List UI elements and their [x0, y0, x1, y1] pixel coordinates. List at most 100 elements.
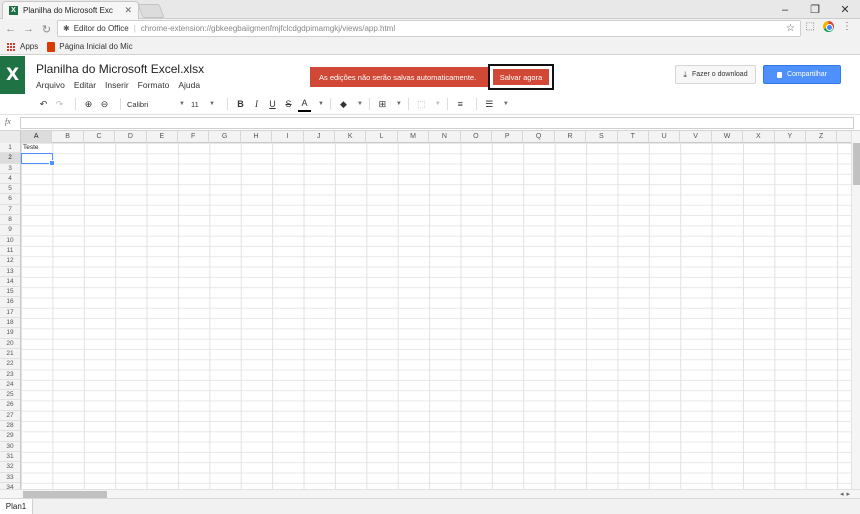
menu-inserir[interactable]: Inserir [105, 80, 129, 90]
sheet-tab-plan1[interactable]: Plan1 [0, 499, 33, 514]
menu-arquivo[interactable]: Arquivo [36, 80, 65, 90]
column-header[interactable]: B [52, 131, 84, 143]
column-header[interactable]: Q [523, 131, 555, 143]
row-header[interactable]: 15 [0, 287, 20, 298]
menu-kebab-icon[interactable]: ⋮ [842, 21, 852, 32]
column-header[interactable]: R [555, 131, 587, 143]
italic-button[interactable]: I [250, 97, 263, 112]
row-header[interactable]: 29 [0, 431, 20, 442]
borders-icon[interactable]: ⊞ [376, 97, 389, 112]
chevron-down-icon[interactable]: ▼ [318, 101, 324, 107]
chevron-down-icon[interactable]: ▼ [503, 101, 509, 107]
column-header[interactable]: N [429, 131, 461, 143]
back-icon[interactable]: ← [3, 23, 18, 35]
column-header[interactable]: M [398, 131, 430, 143]
column-header[interactable]: O [461, 131, 492, 143]
menu-formato[interactable]: Formato [138, 80, 170, 90]
column-header[interactable]: H [241, 131, 273, 143]
minimize-icon[interactable]: – [770, 4, 800, 16]
merge-cells-icon[interactable]: ⬚ [415, 97, 428, 112]
row-header[interactable]: 23 [0, 370, 20, 380]
row-header[interactable]: 33 [0, 473, 20, 483]
strikethrough-button[interactable]: S [282, 97, 295, 112]
column-header[interactable]: V [680, 131, 712, 143]
row-header[interactable]: 26 [0, 400, 20, 411]
row-header[interactable]: 14 [0, 277, 20, 288]
column-header[interactable]: L [366, 131, 398, 143]
row-header[interactable]: 2 [0, 153, 20, 164]
chrome-icon[interactable] [823, 21, 834, 32]
row-header[interactable]: 10 [0, 236, 20, 246]
share-button[interactable]: Compartilhar [763, 65, 841, 84]
row-header[interactable]: 32 [0, 462, 20, 473]
browser-tab[interactable]: X Planilha do Microsoft Exc ✕ [2, 1, 139, 19]
menu-editar[interactable]: Editar [74, 80, 96, 90]
row-header[interactable]: 16 [0, 297, 20, 308]
column-header[interactable]: Y [775, 131, 806, 143]
font-size-select[interactable]: 11 ▼ [191, 97, 215, 112]
select-all-corner[interactable] [0, 131, 21, 143]
extension-icon[interactable]: ⬚ [806, 21, 815, 32]
download-button[interactable]: ⤓ Fazer o download [675, 65, 756, 84]
row-header[interactable]: 9 [0, 225, 20, 236]
document-title[interactable]: Planilha do Microsoft Excel.xlsx [36, 62, 204, 76]
row-header[interactable]: 7 [0, 205, 20, 216]
row-header[interactable]: 27 [0, 411, 20, 422]
row-header[interactable]: 6 [0, 194, 20, 205]
chevron-down-icon[interactable]: ▼ [357, 101, 363, 107]
row-header[interactable]: 21 [0, 349, 20, 360]
column-header[interactable]: W [712, 131, 744, 143]
reload-icon[interactable]: ↻ [39, 23, 54, 36]
cell-area[interactable] [21, 143, 851, 489]
underline-button[interactable]: U [266, 97, 279, 112]
vertical-scrollbar[interactable] [851, 131, 860, 489]
horizontal-scroll-thumb[interactable] [23, 491, 107, 498]
column-header[interactable]: G [209, 131, 241, 143]
bookmark-star-icon[interactable]: ☆ [786, 23, 795, 34]
zoom-in-icon[interactable]: ⊕ [82, 97, 95, 112]
bold-button[interactable]: B [234, 97, 247, 112]
bookmark-office-home[interactable]: Página Inicial do Mic [47, 41, 133, 52]
column-header[interactable]: X [743, 131, 775, 143]
redo-icon[interactable]: ↷ [53, 97, 66, 112]
row-header[interactable]: 4 [0, 174, 20, 185]
column-header[interactable]: D [115, 131, 147, 143]
column-header[interactable]: J [304, 131, 335, 143]
column-header[interactable]: F [178, 131, 210, 143]
row-header[interactable]: 13 [0, 267, 20, 277]
column-header[interactable]: U [649, 131, 681, 143]
column-header[interactable]: P [492, 131, 524, 143]
forward-icon[interactable]: → [21, 23, 36, 35]
column-header[interactable]: E [147, 131, 178, 143]
cell-a1[interactable]: Teste [23, 144, 39, 151]
row-header[interactable]: 8 [0, 215, 20, 226]
undo-icon[interactable]: ↶ [37, 97, 50, 112]
column-header[interactable]: T [618, 131, 649, 143]
text-color-button[interactable]: A [298, 97, 311, 112]
row-header[interactable]: 17 [0, 308, 20, 319]
fill-color-icon[interactable]: ◆ [337, 97, 350, 112]
font-family-select[interactable]: Calibri ▼ [127, 97, 185, 112]
row-header[interactable]: 18 [0, 318, 20, 329]
wrap-text-icon[interactable]: ≡ [454, 97, 467, 112]
row-header[interactable]: 25 [0, 390, 20, 401]
save-now-button[interactable]: Salvar agora [492, 68, 550, 86]
chevron-down-icon[interactable]: ▼ [435, 101, 441, 107]
new-tab-button[interactable] [137, 4, 165, 18]
row-header[interactable]: 30 [0, 442, 20, 452]
horizontal-scrollbar[interactable]: ◂ ▸ [0, 489, 860, 498]
formula-input[interactable] [20, 117, 854, 129]
row-header[interactable]: 12 [0, 256, 20, 267]
menu-ajuda[interactable]: Ajuda [178, 80, 200, 90]
row-header[interactable]: 20 [0, 339, 20, 349]
bookmark-apps[interactable]: Apps [7, 42, 38, 51]
close-window-icon[interactable]: ✕ [830, 3, 860, 16]
row-header[interactable]: 28 [0, 421, 20, 432]
row-header[interactable]: 24 [0, 380, 20, 391]
row-header[interactable]: 19 [0, 328, 20, 339]
column-header[interactable]: K [335, 131, 367, 143]
column-header[interactable]: A [21, 131, 53, 143]
column-header[interactable]: S [586, 131, 618, 143]
omnibox[interactable]: ✱ Editor do Office | chrome-extension://… [57, 20, 801, 37]
chevron-down-icon[interactable]: ▼ [396, 101, 402, 107]
